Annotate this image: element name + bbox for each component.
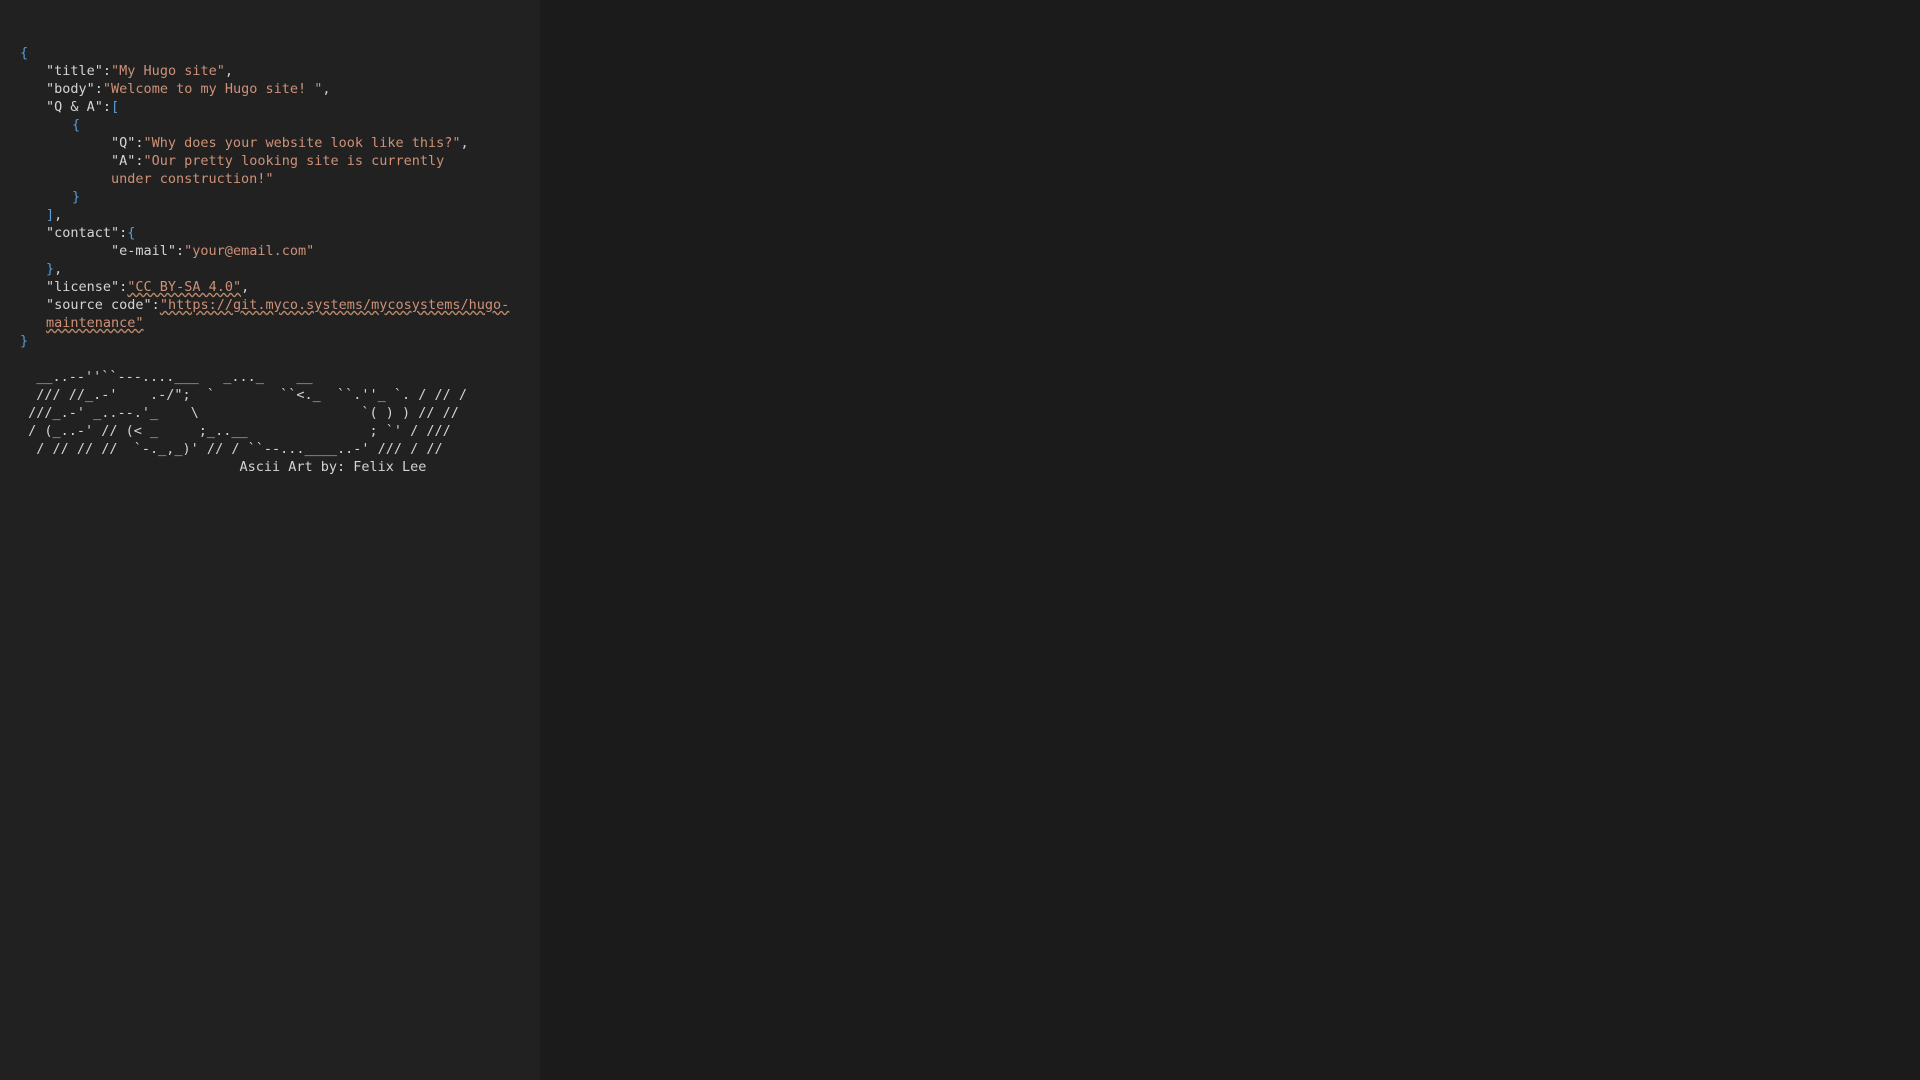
- source-code-row: "source code":"https://git.myco.systems/…: [46, 297, 510, 331]
- title-row: "title":"My Hugo site",: [46, 63, 233, 79]
- title-value: "My Hugo site": [111, 63, 225, 79]
- a-row: "A":"Our pretty looking site is currentl…: [111, 153, 445, 187]
- json-open-brace: {: [20, 45, 29, 61]
- ascii-line: / // // // `-._,_)' // / ``--...____..-'…: [20, 441, 443, 457]
- ascii-line: / (_..-' // (< _ ;_..__ ; `' / ///: [20, 423, 451, 439]
- json-close-brace: }: [20, 333, 29, 349]
- license-key: "license": [46, 279, 120, 295]
- ascii-line: /// //_.-' .-/"; ` ``<._ ``.''_ `. / // …: [20, 387, 468, 403]
- q-key: "Q": [111, 135, 136, 151]
- qa-open-bracket: [: [111, 99, 120, 115]
- body-row: "body":"Welcome to my Hugo site! ",: [46, 81, 331, 97]
- json-panel: { "title":"My Hugo site", "body":"Welcom…: [0, 0, 540, 1080]
- a-key: "A": [111, 153, 136, 169]
- qa-close: ],: [46, 207, 63, 223]
- body-value: "Welcome to my Hugo site! ": [102, 81, 323, 97]
- contact-close: },: [46, 261, 63, 277]
- contact-key: "contact": [46, 225, 120, 241]
- page-layout: { "title":"My Hugo site", "body":"Welcom…: [0, 0, 1920, 1080]
- ascii-line: __..--''``---....___ _..._ __: [20, 369, 313, 385]
- qa-item-close: }: [72, 189, 81, 205]
- qa-row: "Q & A":[: [46, 99, 120, 115]
- ascii-art: __..--''``---....___ _..._ __ /// //_.-'…: [20, 368, 540, 476]
- body-key: "body": [46, 81, 95, 97]
- q-value: "Why does your website look like this?": [143, 135, 461, 151]
- qa-item-open: {: [72, 117, 81, 133]
- title-key: "title": [46, 63, 103, 79]
- qa-key: "Q & A": [46, 99, 103, 115]
- email-value: "your@email.com": [184, 243, 315, 259]
- source-code-key: "source code": [46, 297, 152, 313]
- empty-panel: [540, 0, 1920, 1080]
- ascii-credit: Ascii Art by: Felix Lee: [20, 459, 427, 475]
- license-row: "license":"CC BY-SA 4.0",: [46, 279, 250, 295]
- a-value: "Our pretty looking site is currently un…: [111, 153, 445, 187]
- q-row: "Q":"Why does your website look like thi…: [111, 135, 469, 151]
- license-link[interactable]: "CC BY-SA 4.0": [127, 279, 241, 295]
- email-key: "e-mail": [111, 243, 177, 259]
- ascii-line: ///_.-' _..--.'_ \ `( ) ) // //: [20, 405, 459, 421]
- contact-row: "contact":{: [46, 225, 136, 241]
- contact-open-brace: {: [127, 225, 136, 241]
- email-row: "e-mail":"your@email.com": [111, 243, 315, 259]
